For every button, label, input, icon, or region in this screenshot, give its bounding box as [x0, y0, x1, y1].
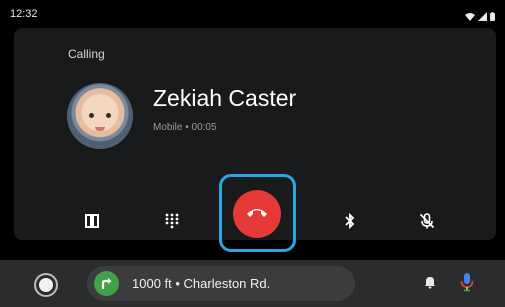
signal-icon — [478, 8, 487, 26]
end-call-icon — [246, 205, 268, 223]
avatar-eye-right — [106, 113, 111, 118]
mic-icon — [460, 273, 474, 296]
call-controls — [0, 170, 505, 260]
bluetooth-button[interactable] — [335, 208, 365, 238]
notifications-button[interactable] — [424, 275, 436, 294]
status-icons — [465, 8, 495, 26]
bottom-nav-bar: 1000 ft • Charleston Rd. — [0, 260, 505, 307]
mute-button[interactable] — [412, 208, 442, 238]
status-time: 12:32 — [10, 8, 38, 20]
bluetooth-icon — [345, 212, 355, 233]
voice-assistant-button[interactable] — [460, 272, 474, 297]
bell-icon — [424, 276, 436, 293]
call-status: Calling — [68, 47, 105, 61]
contact-name: Zekiah Caster — [153, 85, 297, 111]
contact-avatar — [67, 83, 133, 149]
dialpad-icon — [165, 213, 179, 233]
battery-icon — [490, 8, 495, 26]
avatar-eye-left — [89, 113, 94, 118]
navigation-instruction: 1000 ft • Charleston Rd. — [132, 276, 271, 291]
navigation-chip[interactable]: 1000 ft • Charleston Rd. — [87, 266, 355, 301]
home-button[interactable] — [39, 278, 53, 292]
call-meta: Mobile • 00:05 — [153, 122, 217, 133]
mic-muted-icon — [419, 213, 435, 233]
turn-right-icon — [94, 271, 119, 296]
end-call-button[interactable] — [233, 190, 281, 238]
pause-button[interactable] — [77, 208, 107, 238]
avatar-mouth — [95, 127, 105, 131]
pause-icon — [85, 214, 99, 232]
wifi-icon — [465, 8, 475, 26]
status-bar: 12:32 — [0, 0, 505, 28]
dialpad-button[interactable] — [157, 208, 187, 238]
